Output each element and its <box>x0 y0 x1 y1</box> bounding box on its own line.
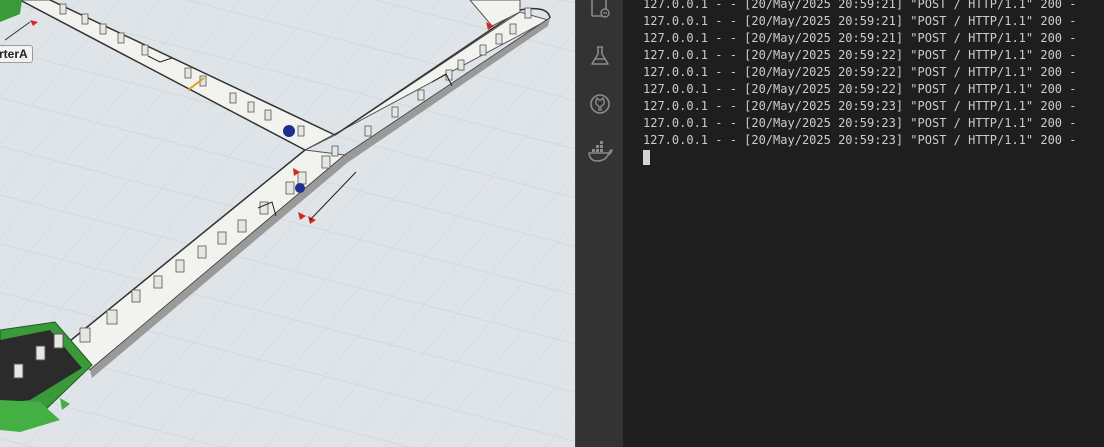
terminal-panel[interactable]: 127.0.0.1 - - [20/May/2025 20:59:21] "PO… <box>623 0 1104 447</box>
log-line: 127.0.0.1 - - [20/May/2025 20:59:22] "PO… <box>643 82 1077 96</box>
log-line: 127.0.0.1 - - [20/May/2025 20:59:21] "PO… <box>643 0 1077 11</box>
floor-grid <box>0 0 575 447</box>
object-label[interactable]: rterA <box>0 45 33 63</box>
remote-explorer-icon[interactable] <box>586 0 614 22</box>
activity-bar <box>575 0 623 447</box>
simulation-viewport[interactable]: rterA <box>0 0 575 447</box>
docker-icon[interactable] <box>586 139 614 167</box>
log-line: 127.0.0.1 - - [20/May/2025 20:59:23] "PO… <box>643 99 1077 113</box>
log-line: 127.0.0.1 - - [20/May/2025 20:59:21] "PO… <box>643 14 1077 28</box>
terminal-cursor[interactable] <box>643 150 650 165</box>
log-line: 127.0.0.1 - - [20/May/2025 20:59:22] "PO… <box>643 48 1077 62</box>
github-icon[interactable] <box>586 90 614 118</box>
log-line: 127.0.0.1 - - [20/May/2025 20:59:23] "PO… <box>643 116 1077 130</box>
simulation-scene[interactable] <box>0 0 575 447</box>
log-line: 127.0.0.1 - - [20/May/2025 20:59:21] "PO… <box>643 31 1077 45</box>
log-line: 127.0.0.1 - - [20/May/2025 20:59:23] "PO… <box>643 133 1077 147</box>
log-line: 127.0.0.1 - - [20/May/2025 20:59:22] "PO… <box>643 65 1077 79</box>
flask-test-icon[interactable] <box>586 42 614 70</box>
